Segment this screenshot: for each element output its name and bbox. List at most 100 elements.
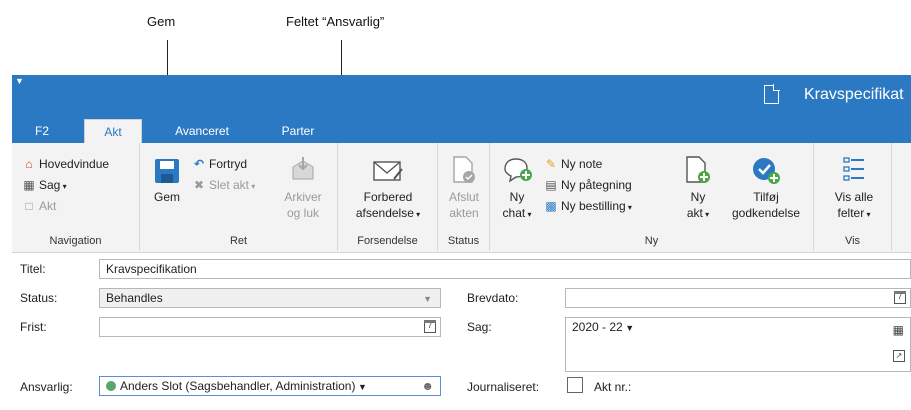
show-all-fields-label-line1: Vis alle [834, 190, 874, 204]
show-all-fields-button[interactable]: Vis alle felter ▾ [822, 155, 886, 223]
people-icon[interactable]: ☻ [421, 377, 434, 395]
chevron-down-icon: ▾ [249, 182, 256, 191]
calendar-icon[interactable]: 7 [894, 291, 906, 304]
new-order-label: Ny bestilling [561, 199, 626, 213]
group-label-navigation: Navigation [49, 235, 102, 247]
tab-label: F2 [34, 124, 49, 138]
group-label-status: Status [447, 235, 480, 247]
prepare-send-button[interactable]: Forbered afsendelse ▾ [344, 157, 432, 223]
case-icon: ▦ [23, 178, 35, 192]
chevron-down-icon: ▾ [702, 210, 710, 219]
delete-icon: ✖ [193, 178, 205, 192]
archive-label-line1: Arkiver [284, 190, 322, 204]
prepare-send-label-line1: Forbered [363, 190, 413, 204]
delete-act-label: Slet akt [209, 178, 250, 192]
open-case-icon[interactable]: ↗ [893, 350, 905, 362]
tab-f2[interactable]: F2 [20, 119, 64, 143]
close-document-icon [453, 156, 475, 183]
new-endorsement-label: Ny påtegning [561, 178, 632, 192]
case-value: 2020 - 22 [572, 320, 623, 334]
archive-label-line2: og luk [286, 206, 320, 220]
act-number-label: Akt nr.: [594, 380, 632, 394]
prepare-send-label-line2: afsendelse [355, 206, 414, 220]
undo-icon: ↶ [193, 157, 205, 171]
chevron-down-icon: ▾ [60, 182, 67, 191]
new-chat-button[interactable]: Ny chat ▾ [496, 155, 538, 223]
sag-button[interactable]: ▦ Sag ▾ [22, 176, 67, 194]
tab-label: Avanceret [175, 124, 229, 138]
endorsement-icon: ▤ [545, 178, 557, 192]
chevron-down-icon: ▼ [423, 294, 432, 304]
undo-button[interactable]: ↶ Fortryd [192, 155, 247, 173]
new-act-label-line2: akt [686, 206, 703, 220]
case-icon[interactable]: ▦ [893, 321, 904, 339]
ribbon: ⌂ Hovedvindue ▦ Sag ▾ □ Akt Navigation Gem … [12, 143, 911, 253]
hovedvindue-label: Hovedvindue [39, 157, 110, 171]
title-label: Titel: [20, 262, 46, 276]
group-ny: Ny chat ▾ ✎ Ny note ▤ Ny påtegning ▩ Ny bes… [490, 143, 814, 251]
close-act-button[interactable]: Afslut akten [442, 155, 486, 221]
callout-gem: Gem [147, 14, 176, 29]
letter-date-field[interactable]: 7 [565, 288, 911, 308]
group-status: Afslut akten Status [438, 143, 490, 251]
ribbon-tab-bar: F2 Akt Avanceret Parter [12, 119, 911, 143]
undo-label: Fortryd [209, 157, 248, 171]
envelope-icon [373, 161, 403, 181]
deadline-field[interactable]: 7 [99, 317, 441, 337]
group-label-ny: Ny [644, 235, 659, 247]
list-fields-icon [843, 157, 864, 181]
status-dropdown[interactable]: Behandles ▼ [99, 288, 441, 308]
save-label: Gem [153, 190, 180, 204]
new-document-icon [686, 156, 710, 183]
document-icon: □ [25, 199, 33, 213]
journalized-label: Journaliseret: [467, 380, 540, 394]
group-ret: Gem ↶ Fortryd ✖ Slet akt ▾ Arkiver og luk … [140, 143, 338, 251]
callout-ansvarlig: Feltet “Ansvarlig” [286, 14, 385, 29]
case-label: Sag: [467, 320, 492, 334]
sag-label: Sag [39, 178, 61, 192]
home-icon: ⌂ [25, 157, 33, 171]
add-approval-label-line2: godkendelse [731, 206, 801, 220]
save-button[interactable]: Gem [148, 157, 186, 205]
letter-date-label: Brevdato: [467, 291, 519, 305]
status-label: Status: [20, 291, 58, 305]
journalized-checkbox[interactable] [567, 377, 583, 393]
case-field[interactable]: 2020 - 22 ▼ ▦ ↗ [565, 317, 911, 372]
save-icon [155, 159, 179, 183]
close-act-label-line1: Afslut [448, 190, 479, 204]
new-order-button[interactable]: ▩ Ny bestilling ▾ [544, 197, 632, 215]
note-icon: ✎ [545, 157, 557, 171]
delete-act-button[interactable]: ✖ Slet akt ▾ [192, 176, 255, 194]
presence-status-icon [106, 381, 116, 391]
document-icon [764, 84, 780, 104]
tab-avanceret[interactable]: Avanceret [164, 119, 240, 143]
hovedvindue-button[interactable]: ⌂ Hovedvindue [22, 155, 109, 173]
chat-icon [504, 158, 532, 183]
order-icon: ▩ [545, 199, 557, 213]
tab-akt[interactable]: Akt [84, 119, 142, 143]
archive-close-button[interactable]: Arkiver og luk [276, 155, 330, 221]
responsible-value: Anders Slot (Sagsbehandler, Administrati… [120, 379, 356, 393]
akt-nav-label: Akt [39, 199, 57, 213]
quick-access-menu-icon[interactable]: ▼ [15, 76, 24, 86]
chevron-down-icon: ▾ [864, 210, 871, 219]
responsible-field[interactable]: Anders Slot (Sagsbehandler, Administrati… [99, 376, 441, 396]
new-act-button[interactable]: Ny akt ▾ [680, 155, 716, 223]
new-note-button[interactable]: ✎ Ny note [544, 155, 602, 173]
deadline-label: Frist: [20, 320, 47, 334]
chevron-down-icon: ▾ [625, 203, 632, 212]
tab-parter[interactable]: Parter [272, 119, 324, 143]
chevron-down-icon: ▾ [525, 210, 532, 219]
new-endorsement-button[interactable]: ▤ Ny påtegning [544, 176, 632, 194]
title-field[interactable]: Kravspecifikation [99, 259, 911, 279]
chevron-down-icon[interactable]: ▼ [355, 382, 367, 392]
new-note-label: Ny note [561, 157, 603, 171]
calendar-icon[interactable]: 7 [424, 320, 436, 333]
close-act-label-line2: akten [449, 206, 479, 220]
group-forsendelse: Forbered afsendelse ▾ Forsendelse [338, 143, 438, 251]
chevron-down-icon[interactable]: ▼ [623, 323, 634, 333]
title-bar: ▼ Kravspecifikat [12, 75, 911, 119]
akt-nav-button[interactable]: □ Akt [22, 197, 56, 215]
window-title: Kravspecifikat [804, 86, 904, 103]
add-approval-button[interactable]: Tilføj godkendelse [724, 155, 808, 221]
